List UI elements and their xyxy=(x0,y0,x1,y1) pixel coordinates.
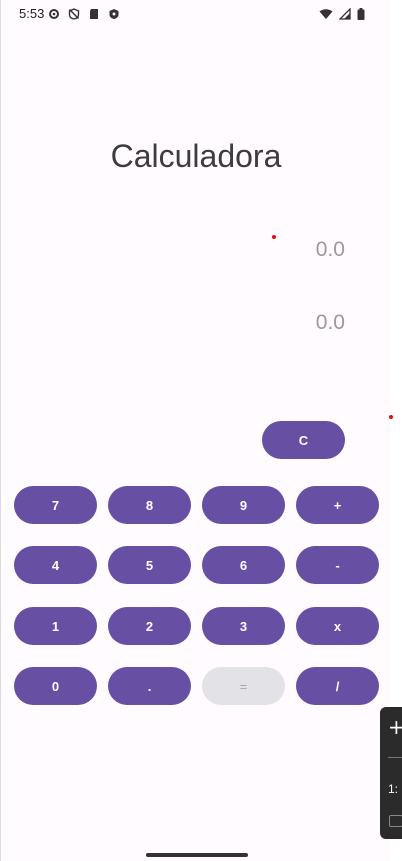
aspect-ratio-label[interactable]: 1: xyxy=(388,782,398,796)
emulator-side-panel[interactable]: + 1: xyxy=(380,707,402,839)
digit-1-button[interactable]: 1 xyxy=(14,607,97,645)
display-top-value: 0.0 xyxy=(315,238,345,261)
status-icons-left xyxy=(48,8,120,20)
digit-8-button[interactable]: 8 xyxy=(108,486,191,524)
equals-button[interactable]: = xyxy=(202,667,285,705)
sd-card-icon xyxy=(90,9,98,19)
side-divider xyxy=(388,757,402,758)
divide-button[interactable]: / xyxy=(296,667,379,705)
wifi-icon xyxy=(319,9,333,19)
app-title: Calculadora xyxy=(110,138,282,174)
edge-red-dot-marker xyxy=(389,415,393,419)
home-indicator[interactable] xyxy=(146,853,248,857)
add-button[interactable]: + xyxy=(296,486,379,524)
digit-2-button[interactable]: 2 xyxy=(108,607,191,645)
status-bar: 5:53 xyxy=(1,0,391,30)
digit-4-button[interactable]: 4 xyxy=(14,546,97,584)
digit-0-button[interactable]: 0 xyxy=(14,667,97,705)
digit-5-button[interactable]: 5 xyxy=(108,546,191,584)
status-time: 5:53 xyxy=(19,6,45,21)
digit-6-button[interactable]: 6 xyxy=(202,546,285,584)
display-bottom-value: 0.0 xyxy=(315,311,345,334)
shield-icon xyxy=(109,9,119,19)
zoom-in-icon[interactable]: + xyxy=(388,715,402,739)
status-icons-right xyxy=(319,8,365,20)
digit-9-button[interactable]: 9 xyxy=(202,486,285,524)
shield-off-icon xyxy=(68,8,80,20)
decimal-button[interactable]: . xyxy=(108,667,191,705)
clear-button[interactable]: C xyxy=(262,421,345,459)
gear-icon xyxy=(49,9,59,19)
app-screen: 5:53 Calculadora 0.0 0.0 C 7 8 9 + 4 5 6… xyxy=(0,0,391,861)
signal-icon xyxy=(339,8,351,20)
digit-3-button[interactable]: 3 xyxy=(202,607,285,645)
multiply-button[interactable]: x xyxy=(296,607,379,645)
digit-7-button[interactable]: 7 xyxy=(14,486,97,524)
screenshot-icon[interactable] xyxy=(389,815,402,827)
red-dot-marker xyxy=(272,235,276,239)
subtract-button[interactable]: - xyxy=(296,546,379,584)
battery-icon xyxy=(357,8,365,20)
